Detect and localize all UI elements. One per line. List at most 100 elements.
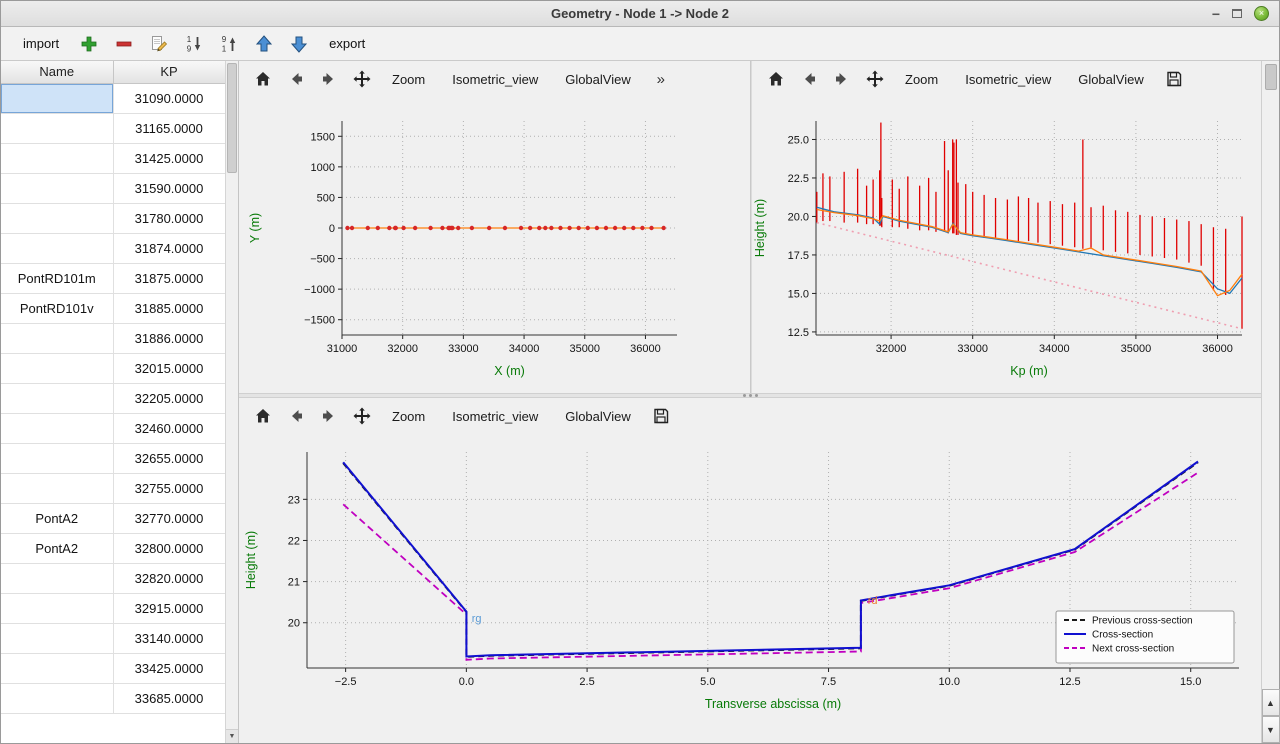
edit-button[interactable] — [146, 31, 172, 57]
move-up-button[interactable] — [251, 31, 277, 57]
cell-name[interactable] — [1, 113, 113, 143]
move-down-button[interactable] — [286, 31, 312, 57]
cell-kp[interactable]: 33140.0000 — [113, 623, 225, 653]
cell-kp[interactable]: 33425.0000 — [113, 653, 225, 683]
sort-ascending-button[interactable]: 9 1 — [216, 31, 242, 57]
window-scrollbar-thumb[interactable] — [1265, 64, 1277, 90]
forward-button[interactable] — [315, 402, 343, 430]
sort-descending-button[interactable]: 1 9 — [181, 31, 207, 57]
scroll-down-button[interactable]: ▼ — [1262, 716, 1280, 743]
pan-button[interactable] — [861, 65, 889, 93]
cell-name[interactable] — [1, 653, 113, 683]
global-view-button[interactable]: GlobalView — [554, 402, 642, 430]
cell-name[interactable] — [1, 683, 113, 713]
cell-name[interactable] — [1, 443, 113, 473]
cell-kp[interactable]: 33685.0000 — [113, 683, 225, 713]
cell-name[interactable] — [1, 143, 113, 173]
pan-button[interactable] — [348, 402, 376, 430]
cell-kp[interactable]: 31590.0000 — [113, 173, 225, 203]
titlebar[interactable]: Geometry - Node 1 -> Node 2 − × — [1, 1, 1279, 27]
zoom-button[interactable]: Zoom — [381, 402, 436, 430]
back-button[interactable] — [282, 65, 310, 93]
cell-kp[interactable]: 31780.0000 — [113, 203, 225, 233]
window-scrollbar[interactable]: ▲ ▼ — [1261, 61, 1279, 743]
cell-name[interactable] — [1, 173, 113, 203]
save-button[interactable] — [647, 402, 675, 430]
back-button[interactable] — [795, 65, 823, 93]
table-scroll-down-button[interactable]: ▼ — [226, 729, 238, 743]
cell-name[interactable] — [1, 623, 113, 653]
cell-name[interactable] — [1, 323, 113, 353]
svg-text:15.0: 15.0 — [788, 288, 809, 300]
import-button[interactable]: import — [15, 34, 67, 53]
forward-button[interactable] — [828, 65, 856, 93]
isometric-view-button[interactable]: Isometric_view — [441, 65, 549, 93]
cell-name[interactable] — [1, 413, 113, 443]
cell-name[interactable]: PontRD101v — [1, 293, 113, 323]
global-view-button[interactable]: GlobalView — [554, 65, 642, 93]
maximize-button[interactable] — [1232, 9, 1242, 18]
cell-name[interactable] — [1, 383, 113, 413]
column-header-kp[interactable]: KP — [113, 61, 225, 83]
cell-name[interactable] — [1, 473, 113, 503]
home-icon — [766, 69, 786, 89]
cell-kp[interactable]: 31874.0000 — [113, 233, 225, 263]
scroll-up-button[interactable]: ▲ — [1262, 689, 1280, 716]
cell-kp[interactable]: 31875.0000 — [113, 263, 225, 293]
table-row: PontA232770.0000 — [1, 503, 225, 533]
profile-view-chart[interactable]: 320003300034000350003600012.515.017.520.… — [752, 97, 1263, 393]
home-button[interactable] — [249, 65, 277, 93]
cell-name[interactable] — [1, 593, 113, 623]
back-button[interactable] — [282, 402, 310, 430]
cell-kp[interactable]: 32460.0000 — [113, 413, 225, 443]
cell-kp[interactable]: 31425.0000 — [113, 143, 225, 173]
cell-kp[interactable]: 32770.0000 — [113, 503, 225, 533]
table-row: 33685.0000 — [1, 683, 225, 713]
cell-kp[interactable]: 32655.0000 — [113, 443, 225, 473]
isometric-view-button[interactable]: Isometric_view — [954, 65, 1062, 93]
cell-kp[interactable]: 31886.0000 — [113, 323, 225, 353]
cell-kp[interactable]: 32755.0000 — [113, 473, 225, 503]
cell-name[interactable]: PontRD101m — [1, 263, 113, 293]
cell-name[interactable] — [1, 233, 113, 263]
svg-text:rd: rd — [868, 595, 878, 607]
cell-kp[interactable]: 32820.0000 — [113, 563, 225, 593]
isometric-view-button[interactable]: Isometric_view — [441, 402, 549, 430]
zoom-button[interactable]: Zoom — [894, 65, 949, 93]
cell-kp[interactable]: 31165.0000 — [113, 113, 225, 143]
remove-row-button[interactable] — [111, 31, 137, 57]
table-scrollbar[interactable]: ▼ — [225, 61, 238, 743]
home-button[interactable] — [249, 402, 277, 430]
cell-name[interactable] — [1, 563, 113, 593]
add-row-button[interactable] — [76, 31, 102, 57]
home-button[interactable] — [762, 65, 790, 93]
table-scrollbar-thumb[interactable] — [227, 63, 237, 173]
cross-section-chart[interactable]: −2.50.02.55.07.510.012.515.020212223rgrd… — [239, 434, 1263, 730]
zoom-button[interactable]: Zoom — [381, 65, 436, 93]
forward-button[interactable] — [315, 65, 343, 93]
cell-kp[interactable]: 31090.0000 — [113, 83, 225, 113]
cell-name[interactable] — [1, 203, 113, 233]
toolbar-overflow-button[interactable]: » — [647, 65, 675, 93]
global-view-button[interactable]: GlobalView — [1067, 65, 1155, 93]
plan-view-chart[interactable]: 310003200033000340003500036000−1500−1000… — [239, 97, 750, 393]
column-header-name[interactable]: Name — [1, 61, 113, 83]
save-button[interactable] — [1160, 65, 1188, 93]
cell-kp[interactable]: 32800.0000 — [113, 533, 225, 563]
svg-text:rg: rg — [472, 613, 482, 625]
cell-name[interactable] — [1, 83, 113, 113]
cell-name[interactable]: PontA2 — [1, 503, 113, 533]
pan-button[interactable] — [348, 65, 376, 93]
close-button[interactable]: × — [1254, 6, 1269, 21]
svg-text:33000: 33000 — [957, 343, 988, 355]
cell-name[interactable]: PontA2 — [1, 533, 113, 563]
export-button[interactable]: export — [321, 34, 373, 53]
cell-kp[interactable]: 32915.0000 — [113, 593, 225, 623]
minimize-button[interactable]: − — [1212, 9, 1220, 19]
svg-text:Height (m): Height (m) — [244, 531, 258, 589]
cell-kp[interactable]: 32015.0000 — [113, 353, 225, 383]
svg-text:1: 1 — [222, 44, 227, 53]
cell-kp[interactable]: 31885.0000 — [113, 293, 225, 323]
cell-kp[interactable]: 32205.0000 — [113, 383, 225, 413]
cell-name[interactable] — [1, 353, 113, 383]
